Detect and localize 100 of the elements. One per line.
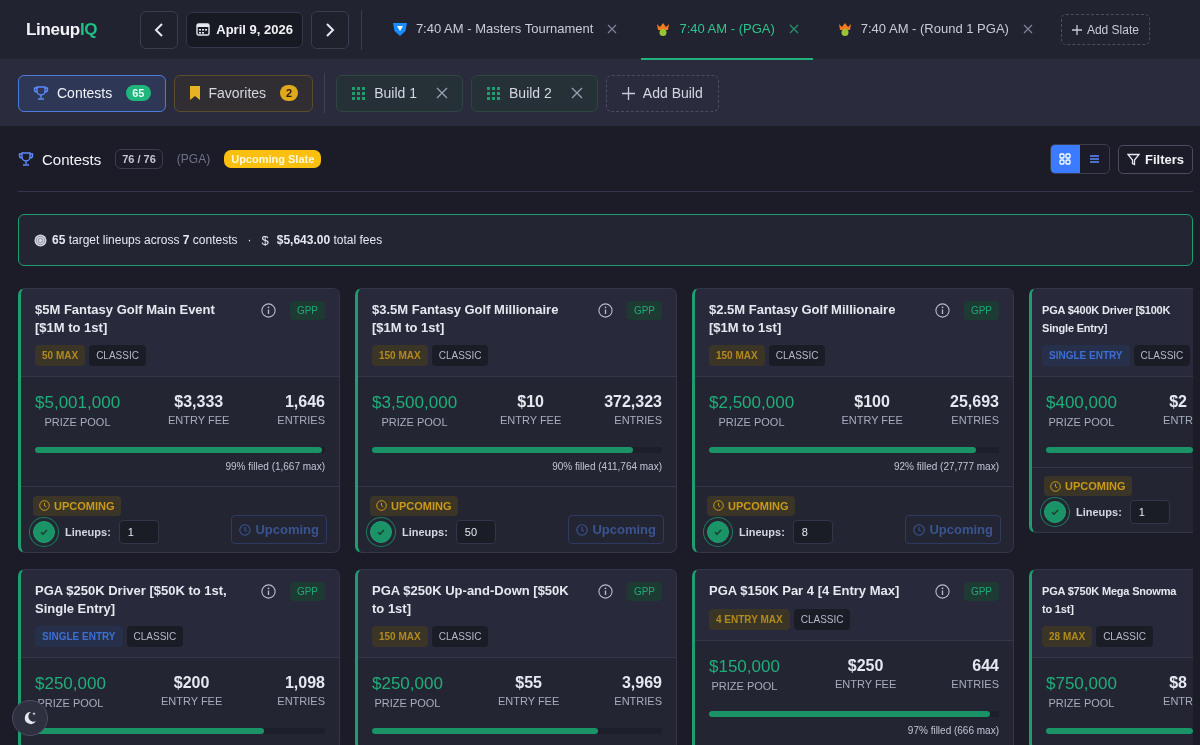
- prize-pool-label: PRIZE POOL: [37, 697, 104, 709]
- fill-status-text: 90% filled (411,764 max): [552, 461, 662, 472]
- build-tab[interactable]: Build 1: [336, 74, 463, 112]
- favorites-tab[interactable]: Favorites 2: [173, 74, 314, 112]
- info-icon[interactable]: [597, 584, 613, 599]
- prize-pool-value: $2,500,000: [709, 393, 795, 413]
- contest-tag: SINGLE ENTRY: [1042, 345, 1130, 366]
- contest-title: to 1st]: [1042, 602, 1075, 617]
- entries-label: ENTRIES: [951, 678, 999, 690]
- contest-tag: 28 MAX: [1042, 626, 1093, 647]
- info-icon[interactable]: [597, 303, 613, 318]
- lineups-input[interactable]: 8: [792, 519, 833, 544]
- info-icon[interactable]: [260, 584, 276, 599]
- calendar-icon: [196, 23, 211, 36]
- contest-tag: CLASSIC: [1133, 345, 1191, 366]
- entry-fee-label: ENTRY FEE: [497, 695, 560, 707]
- select-checkbox[interactable]: [707, 520, 729, 543]
- close-icon[interactable]: [607, 23, 618, 34]
- prize-pool-label: PRIZE POOL: [381, 416, 448, 428]
- add-build-button[interactable]: Add Build: [605, 74, 719, 112]
- prize-pool-value: $250,000: [35, 674, 106, 694]
- contest-type-badge: GPP: [963, 582, 999, 601]
- contest-tag: CLASSIC: [431, 345, 489, 366]
- prize-pool-value: $250,000: [372, 674, 443, 694]
- close-icon[interactable]: [788, 23, 799, 34]
- lineups-label: Lineups:: [1076, 506, 1122, 518]
- entry-fee-value: $200: [173, 674, 210, 692]
- contest-title: PGA $150K Par 4 [4 Entry Max]: [709, 582, 901, 600]
- close-icon[interactable]: [436, 87, 448, 99]
- contest-type-badge: GPP: [626, 582, 662, 601]
- entry-fee-label: ENTRY FEE: [841, 414, 903, 426]
- contest-title: $2.5M Fantasy Golf Millionaire [$1M to 1st]: [709, 301, 897, 337]
- entries-value: 1,646: [284, 393, 325, 411]
- date-picker-button[interactable]: April 9, 2026: [186, 11, 303, 48]
- contest-tag: 4 ENTRY MAX: [709, 609, 790, 630]
- fill-status-text: 97% filled (666 max): [907, 725, 999, 736]
- entries-value: 372,323: [604, 393, 662, 411]
- check-icon: [1050, 507, 1060, 517]
- grid-icon: [352, 86, 366, 100]
- add-slate-button[interactable]: Add Slate: [1060, 14, 1150, 45]
- clock-icon: [913, 523, 926, 536]
- info-icon[interactable]: [934, 584, 950, 599]
- entry-fee-label: ENTR: [1163, 695, 1193, 707]
- entries-label: ENTRIES: [614, 414, 662, 426]
- close-icon[interactable]: [570, 87, 583, 99]
- clock-icon: [576, 523, 589, 536]
- contest-tag: SINGLE ENTRY: [35, 626, 123, 647]
- grid-icon: [1059, 153, 1072, 165]
- site-label: (PGA): [176, 152, 211, 166]
- lineups-input[interactable]: 1: [118, 519, 159, 544]
- entry-fee-value: $2: [1169, 393, 1187, 411]
- prize-pool-value: $150,000: [709, 657, 780, 677]
- build-tab[interactable]: Build 2: [471, 74, 598, 112]
- info-icon[interactable]: [260, 303, 276, 318]
- info-icon[interactable]: [934, 303, 950, 318]
- plus-icon: [1071, 24, 1082, 35]
- grid-icon: [487, 86, 500, 100]
- slate-tab[interactable]: 7:40 AM - Masters Tournament: [377, 0, 632, 60]
- select-checkbox[interactable]: [33, 520, 55, 543]
- lineups-input[interactable]: 50: [455, 519, 496, 544]
- entries-value: 1,098: [284, 674, 325, 692]
- clock-icon: [376, 500, 387, 511]
- entry-fee-value: $8: [1169, 674, 1187, 692]
- select-checkbox[interactable]: [1044, 501, 1066, 523]
- entry-fee-value: $250: [847, 657, 884, 675]
- target-icon: [34, 233, 47, 247]
- entries-label: ENTRIES: [614, 695, 662, 707]
- entry-fee-value: $100: [854, 393, 890, 411]
- fill-status-text: 92% filled (27,777 max): [893, 461, 999, 472]
- contest-title: $3.5M Fantasy Golf Millionaire [$1M to 1st]: [372, 301, 560, 337]
- entry-fee-value: $10: [517, 393, 544, 411]
- select-checkbox[interactable]: [370, 520, 392, 543]
- contest-tag: CLASSIC: [1096, 626, 1153, 647]
- next-day-button[interactable]: [310, 10, 349, 49]
- status-label: UPCOMING: [728, 499, 789, 512]
- contest-tag: CLASSIC: [431, 626, 489, 647]
- lineups-input[interactable]: 1: [1129, 500, 1170, 524]
- close-icon[interactable]: [1022, 23, 1033, 34]
- clock-icon: [39, 500, 50, 511]
- filters-button[interactable]: Filters: [1118, 144, 1193, 174]
- slate-tab[interactable]: 7:40 AM - (Round 1 PGA): [822, 0, 1047, 60]
- lineups-label: Lineups:: [739, 525, 785, 538]
- contest-title: Single Entry]: [1042, 321, 1109, 336]
- prize-pool-value: $5,001,000: [35, 393, 121, 413]
- contests-tab[interactable]: Contests 65: [18, 74, 166, 112]
- separator-dot: ·: [247, 233, 252, 247]
- moon-icon: [22, 710, 38, 726]
- lineups-label: Lineups:: [65, 525, 111, 538]
- entry-fee-label: ENTRY FEE: [834, 678, 897, 690]
- contest-type-badge: GPP: [626, 301, 662, 320]
- prize-pool-label: PRIZE POOL: [374, 697, 441, 709]
- trophy-icon: [18, 151, 34, 167]
- entry-fee-label: ENTRY FEE: [168, 414, 230, 426]
- entries-label: ENTRIES: [277, 695, 325, 707]
- previous-day-button[interactable]: [140, 10, 179, 49]
- prize-pool-value: $400,000: [1046, 393, 1117, 413]
- lineups-summary: 65 target lineups across 7 contests: [52, 233, 238, 247]
- clock-icon: [1050, 480, 1061, 492]
- entry-fee-value: $55: [515, 674, 542, 692]
- grid-view-button[interactable]: [1051, 145, 1080, 173]
